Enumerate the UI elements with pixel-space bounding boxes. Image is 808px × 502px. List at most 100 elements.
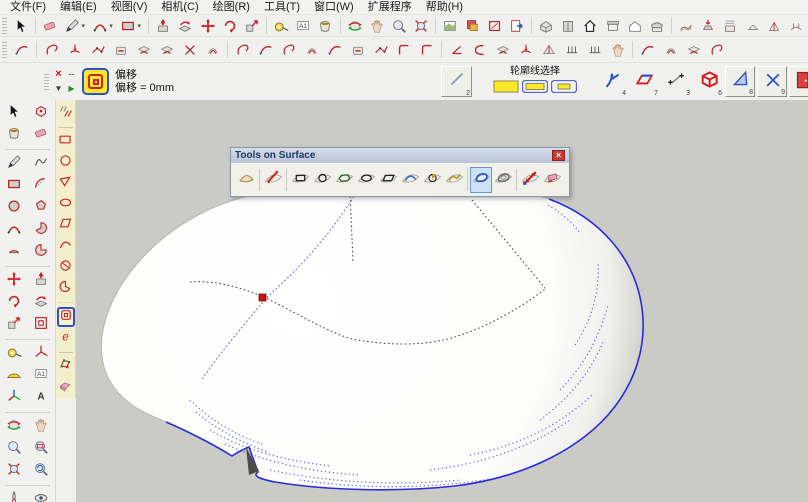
smart-offset-button[interactable]: 4 — [597, 66, 627, 97]
circle-on-surface-button[interactable] — [311, 167, 333, 193]
eraser-button[interactable] — [29, 125, 53, 145]
bell-surface-tool-button[interactable] — [201, 40, 224, 60]
menu-item-extensions[interactable]: 扩展程序 — [361, 0, 419, 14]
brush-tool-button[interactable] — [323, 40, 346, 60]
pan-tool-button[interactable] — [366, 16, 388, 36]
axes-colored-button[interactable] — [2, 388, 26, 408]
arc-2pt-button[interactable] — [2, 220, 26, 240]
menu-item-view[interactable]: 视图(V) — [104, 0, 155, 14]
arc-button[interactable] — [29, 176, 53, 196]
face-select-button[interactable]: 8 — [725, 66, 755, 97]
arc-center-tool-button[interactable] — [63, 40, 86, 60]
zoom-window-button[interactable] — [29, 439, 53, 459]
fence-divide-tool-button[interactable] — [560, 40, 583, 60]
offset-on-surface-button[interactable] — [470, 167, 492, 193]
line-2pt-button[interactable]: 3 — [661, 66, 691, 97]
corner-round-2-tool-button[interactable] — [415, 40, 438, 60]
sandbox-add-detail-button[interactable] — [786, 16, 808, 36]
fence-divide-2-tool-button[interactable] — [583, 40, 606, 60]
arc-chord-button[interactable] — [2, 242, 26, 262]
menu-item-window[interactable]: 窗口(W) — [307, 0, 361, 14]
export-tool-button[interactable] — [506, 16, 528, 36]
dropdown-arrow-icon[interactable]: ▾ — [108, 22, 115, 30]
zoom-extents-button[interactable] — [2, 461, 26, 481]
sandbox-flip-edge-button[interactable] — [764, 16, 786, 36]
arc-tool-button[interactable]: ▾ — [89, 16, 117, 36]
tools-on-surface-titlebar[interactable]: Tools on Surface × — [231, 148, 569, 163]
offset-on-surface-button[interactable] — [57, 307, 75, 327]
offset-button[interactable] — [29, 315, 53, 335]
freehand-on-surface-button[interactable]: e — [57, 329, 75, 348]
view-roof-button[interactable] — [646, 16, 668, 36]
scale-tool-button[interactable] — [241, 16, 263, 36]
dimension-button[interactable]: A1 — [29, 366, 53, 386]
pan-button[interactable] — [29, 417, 53, 437]
orbit-button[interactable] — [2, 417, 26, 437]
selected-vertex-marker[interactable] — [259, 294, 266, 301]
orbit-tool-button[interactable] — [343, 16, 365, 36]
grey-box-tool-button[interactable] — [132, 40, 155, 60]
paint-bucket-button[interactable] — [2, 125, 26, 145]
corner-round-tool-button[interactable] — [392, 40, 415, 60]
c-curve-tool-button[interactable] — [468, 40, 491, 60]
sandbox-drape-button[interactable] — [719, 16, 741, 36]
rectangle-on-surface-button[interactable] — [57, 132, 75, 151]
cross-select-button[interactable]: 9 — [757, 66, 787, 97]
polygon-vertices-button[interactable] — [57, 357, 75, 376]
eraser-on-surface-button[interactable] — [541, 167, 563, 193]
line-on-face-button[interactable]: 2 — [442, 66, 471, 97]
push-pull-button[interactable] — [29, 271, 53, 291]
red-box-tool-button[interactable] — [346, 40, 369, 60]
dimension-tool-button[interactable]: A1 — [292, 16, 314, 36]
angle-measure-tool-button[interactable] — [445, 40, 468, 60]
circle-chord-on-surface-button[interactable] — [57, 258, 75, 277]
menu-item-tools[interactable]: 工具(T) — [257, 0, 307, 14]
eraser-tool-button[interactable] — [39, 16, 61, 36]
minimize-control[interactable]: -- — [69, 69, 75, 79]
leaf-surface-tool-button[interactable] — [659, 40, 682, 60]
ellipse-on-surface-button[interactable] — [57, 195, 75, 214]
view-front-button[interactable] — [624, 16, 646, 36]
dropdown-arrow-icon[interactable]: ▾ — [80, 22, 87, 30]
rectangle-on-surface-button[interactable] — [289, 167, 311, 193]
prism-tool-button[interactable] — [682, 40, 705, 60]
view-iso-button[interactable] — [535, 16, 557, 36]
select-button[interactable] — [2, 103, 26, 123]
pencil-on-surface-button[interactable] — [262, 167, 284, 193]
view-home-button[interactable] — [579, 16, 601, 36]
sandbox-from-contours-button[interactable] — [675, 16, 697, 36]
view-top-button[interactable] — [601, 16, 623, 36]
hexagon-on-surface-button[interactable] — [333, 167, 355, 193]
paint-face-tool-button[interactable] — [109, 40, 132, 60]
view-back-button[interactable] — [557, 16, 579, 36]
push-pull-tool-button[interactable] — [152, 16, 174, 36]
menu-item-edit[interactable]: 编辑(E) — [53, 0, 104, 14]
rectangle-button[interactable] — [2, 176, 26, 196]
parallelogram-on-surface-button[interactable] — [57, 216, 75, 235]
bezier-edit-tool-button[interactable] — [10, 40, 33, 60]
hook-curve-tool-button[interactable] — [277, 40, 300, 60]
polygon-button[interactable] — [29, 198, 53, 218]
rectangle-tool-button[interactable]: ▾ — [117, 16, 145, 36]
line-tool-button[interactable]: ▾ — [61, 16, 89, 36]
cone-arc-tool-button[interactable] — [514, 40, 537, 60]
styles-tool-button[interactable] — [439, 16, 461, 36]
parallelogram-on-surface-button[interactable] — [377, 167, 399, 193]
box-paint-tool-button[interactable] — [155, 40, 178, 60]
zoom-button[interactable] — [2, 439, 26, 459]
toolbar-grip[interactable] — [2, 18, 7, 34]
rotate-tool-button[interactable] — [219, 16, 241, 36]
toolbar-grip[interactable] — [44, 74, 49, 90]
profile-small-icon[interactable] — [551, 80, 577, 98]
toolbar-grip[interactable] — [2, 42, 7, 58]
arc-on-surface-button[interactable] — [57, 237, 75, 256]
pie-button[interactable] — [29, 220, 53, 240]
pie-filled-button[interactable] — [29, 242, 53, 262]
make-component-button[interactable] — [29, 103, 53, 123]
drawing-canvas[interactable]: Tools on Surface × — [76, 100, 808, 502]
tape-measure-tool-button[interactable] — [270, 16, 292, 36]
exit-tool-button[interactable] — [789, 66, 808, 97]
zoom-tool-button[interactable] — [388, 16, 410, 36]
surface-dome-button[interactable] — [235, 167, 257, 193]
axes-button[interactable] — [29, 344, 53, 364]
